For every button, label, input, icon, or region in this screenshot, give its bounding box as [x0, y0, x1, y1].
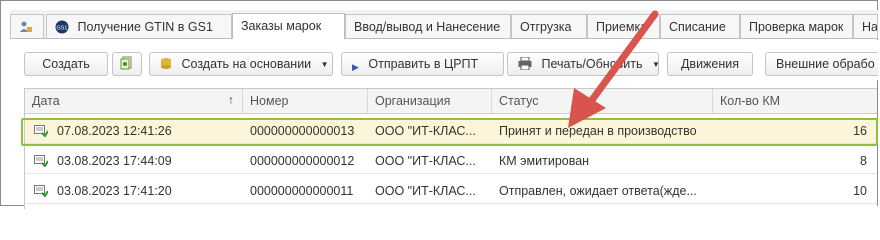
cell-date: 03.08.2023 17:41:20	[57, 184, 172, 198]
cell-qty: 16	[853, 124, 867, 138]
column-header-status-label: Статус	[499, 94, 539, 108]
tab-more-label: На	[862, 20, 878, 34]
tab-mark-check[interactable]: Проверка марок	[740, 14, 853, 38]
column-header-number-label: Номер	[250, 94, 289, 108]
document-posted-icon	[34, 185, 48, 197]
printer-icon	[518, 57, 532, 70]
send-to-crpt-button[interactable]: ▶ Отправить в ЦРПТ	[341, 52, 504, 76]
print-refresh-button[interactable]: Печать/Обновить ▼	[507, 52, 660, 76]
tab-shipment[interactable]: Отгрузка	[511, 14, 587, 38]
create-button-label: Создать	[42, 57, 90, 71]
send-to-crpt-label: Отправить в ЦРПТ	[368, 57, 479, 71]
tab-marking-orders-label: Заказы марок	[241, 19, 322, 33]
movements-label: Движения	[680, 57, 740, 71]
print-refresh-label: Печать/Обновить	[541, 57, 643, 71]
cell-number: 000000000000013	[250, 124, 355, 138]
tab-acceptance[interactable]: Приемка	[587, 14, 660, 38]
tab-gtin-gs1-label: Получение GTIN в GS1	[77, 20, 213, 34]
cell-status: Отправлен, ожидает ответа(жде...	[499, 184, 697, 198]
cell-qty: 10	[853, 184, 867, 198]
movements-button[interactable]: Движения	[667, 52, 753, 76]
copy-document-icon	[120, 56, 132, 70]
tab-input-output-label: Ввод/вывод и Нанесение	[354, 20, 501, 34]
cell-status: Принят и передан в производство	[499, 124, 697, 138]
column-header-organization-label: Организация	[375, 94, 451, 108]
tab-users[interactable]	[10, 14, 44, 38]
column-header-qty[interactable]: Кол-во КМ	[713, 89, 877, 113]
play-icon: ▶	[352, 62, 359, 72]
column-header-date-label: Дата	[32, 94, 60, 108]
column-header-qty-label: Кол-во КМ	[720, 94, 781, 108]
tab-more[interactable]: На	[853, 14, 878, 38]
table-row[interactable]: 03.08.2023 17:41:20 000000000000011 ООО …	[25, 179, 877, 204]
column-header-organization[interactable]: Организация	[368, 89, 492, 113]
tab-acceptance-label: Приемка	[596, 20, 648, 34]
cell-organization: ООО "ИТ-КЛАС...	[375, 124, 476, 138]
cell-qty: 8	[860, 154, 867, 168]
tab-mark-check-label: Проверка марок	[749, 20, 844, 34]
table-row[interactable]: 07.08.2023 12:41:26 000000000000013 ООО …	[25, 119, 877, 144]
svg-text:GS1: GS1	[56, 26, 67, 32]
chevron-down-icon: ▼	[652, 60, 660, 69]
sort-ascending-icon: ↑	[227, 93, 234, 107]
database-icon	[161, 58, 171, 69]
copy-button[interactable]	[112, 52, 142, 76]
toolbar: Создать Создать на основании ▼ ▶ Отправи…	[10, 40, 878, 80]
tab-gtin-gs1[interactable]: GS1 Получение GTIN в GS1	[46, 14, 232, 38]
tab-writeoff[interactable]: Списание	[660, 14, 740, 38]
create-based-on-label: Создать на основании	[181, 57, 312, 71]
tab-input-output[interactable]: Ввод/вывод и Нанесение	[345, 14, 511, 38]
tab-marking-orders[interactable]: Заказы марок	[232, 13, 345, 39]
orders-table: Дата ↑ Номер Организация Статус Кол-во К…	[24, 88, 877, 209]
column-header-status[interactable]: Статус	[492, 89, 713, 113]
cell-date: 03.08.2023 17:44:09	[57, 154, 172, 168]
chevron-down-icon: ▼	[320, 60, 329, 69]
cell-organization: ООО "ИТ-КЛАС...	[375, 184, 476, 198]
external-processing-button[interactable]: Внешние обрабо	[765, 52, 878, 76]
table-header: Дата ↑ Номер Организация Статус Кол-во К…	[25, 89, 877, 114]
table-row[interactable]: 03.08.2023 17:44:09 000000000000012 ООО …	[25, 149, 877, 174]
create-based-on-button[interactable]: Создать на основании ▼	[149, 52, 333, 76]
gs1-icon: GS1	[55, 20, 69, 34]
column-header-number[interactable]: Номер	[243, 89, 368, 113]
document-posted-icon	[34, 155, 48, 167]
cell-status: КМ эмитирован	[499, 154, 590, 168]
tab-shipment-label: Отгрузка	[520, 20, 572, 34]
cell-number: 000000000000011	[250, 184, 354, 198]
create-button[interactable]: Создать	[24, 52, 108, 76]
cell-number: 000000000000012	[250, 154, 355, 168]
tab-bar: GS1 Получение GTIN в GS1 Заказы марок Вв…	[10, 10, 878, 39]
users-icon	[20, 21, 32, 32]
external-processing-label: Внешние обрабо	[776, 57, 875, 71]
tab-writeoff-label: Списание	[669, 20, 726, 34]
column-header-date[interactable]: Дата ↑	[25, 89, 243, 113]
document-posted-icon	[34, 125, 48, 137]
cell-date: 07.08.2023 12:41:26	[57, 124, 172, 138]
cell-organization: ООО "ИТ-КЛАС...	[375, 154, 476, 168]
